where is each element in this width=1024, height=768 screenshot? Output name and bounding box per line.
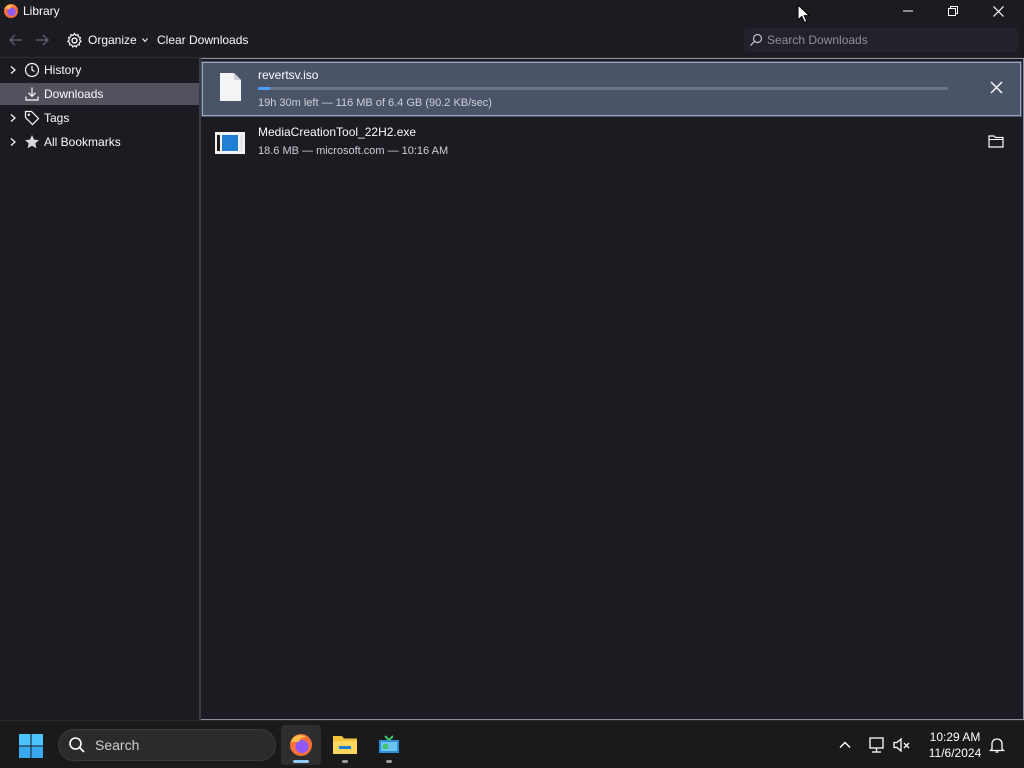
downloads-list[interactable]: revertsv.iso 19h 30m left — 116 MB of 6.…	[201, 58, 1024, 720]
taskbar-app-firefox[interactable]	[281, 725, 321, 765]
sidebar-item-label: History	[44, 63, 82, 77]
generic-file-icon	[220, 73, 241, 101]
taskbar: Search 10:29 AM 11/6/2024	[0, 720, 1024, 768]
media-creation-tool-icon	[379, 735, 399, 753]
taskbar-search-box[interactable]: Search	[58, 729, 276, 761]
minimize-button[interactable]	[885, 0, 930, 22]
taskbar-app-media-creation-tool[interactable]	[369, 725, 409, 765]
download-progress-bar	[258, 87, 948, 90]
windows-start-icon[interactable]	[18, 733, 44, 759]
taskbar-search-label: Search	[95, 737, 140, 753]
running-indicator	[342, 760, 348, 763]
chevron-right-icon[interactable]	[8, 113, 18, 123]
notification-bell-icon[interactable]	[987, 735, 1007, 755]
maximize-button[interactable]	[930, 0, 975, 22]
sidebar: History Downloads Tags All Bookmarks	[0, 58, 199, 720]
download-item[interactable]: revertsv.iso 19h 30m left — 116 MB of 6.…	[201, 61, 1022, 117]
taskbar-clock[interactable]: 10:29 AM 11/6/2024	[918, 729, 992, 761]
running-indicator	[386, 760, 392, 763]
chevron-right-icon[interactable]	[8, 137, 18, 147]
mouse-cursor-icon	[797, 4, 811, 24]
sidebar-item-all-bookmarks[interactable]: All Bookmarks	[0, 131, 199, 153]
download-filename: revertsv.iso	[258, 68, 319, 82]
toolbar: Organize Clear Downloads	[0, 22, 1024, 58]
firefox-icon	[290, 734, 312, 756]
windows-installer-icon	[215, 132, 245, 154]
minimize-icon	[902, 10, 913, 12]
forward-arrow-icon[interactable]	[32, 31, 52, 49]
cancel-x-icon	[990, 81, 1002, 93]
star-icon	[25, 135, 39, 149]
search-icon	[750, 33, 763, 46]
firefox-icon	[4, 4, 18, 18]
chevron-up-icon[interactable]	[836, 736, 854, 754]
running-indicator	[293, 760, 309, 763]
sidebar-item-label: Tags	[44, 111, 70, 125]
cancel-download-button[interactable]	[986, 77, 1006, 97]
network-icon[interactable]	[867, 735, 887, 755]
search-icon	[69, 737, 85, 753]
restore-icon	[947, 6, 958, 16]
organize-label: Organize	[88, 33, 137, 47]
window-title: Library	[23, 4, 60, 18]
close-icon	[993, 5, 1004, 17]
file-explorer-icon	[333, 736, 357, 754]
show-in-folder-button[interactable]	[986, 131, 1006, 151]
sidebar-item-history[interactable]: History	[0, 59, 199, 81]
close-button[interactable]	[976, 0, 1021, 22]
chevron-right-icon[interactable]	[8, 65, 18, 75]
gear-icon	[67, 31, 82, 48]
download-progress-fill	[258, 87, 271, 90]
download-status: 19h 30m left — 116 MB of 6.4 GB (90.2 KB…	[258, 97, 492, 109]
download-item[interactable]: MediaCreationTool_22H2.exe 18.6 MB — mic…	[201, 119, 1022, 175]
search-downloads-box[interactable]	[744, 28, 1018, 52]
organize-button[interactable]: Organize	[66, 30, 148, 50]
download-icon	[25, 87, 39, 101]
taskbar-app-file-explorer[interactable]	[325, 725, 365, 765]
clear-downloads-button[interactable]: Clear Downloads	[157, 33, 248, 47]
sidebar-item-label: All Bookmarks	[44, 135, 121, 149]
sidebar-item-label: Downloads	[44, 87, 104, 101]
clock-date: 11/6/2024	[928, 746, 982, 760]
chevron-down-icon	[141, 38, 148, 43]
folder-icon	[988, 135, 1004, 148]
search-input[interactable]	[767, 33, 1007, 47]
sidebar-item-downloads[interactable]: Downloads	[0, 83, 199, 105]
title-bar: Library	[0, 0, 1024, 22]
download-status: 18.6 MB — microsoft.com — 10:16 AM	[258, 145, 449, 157]
clock-icon	[24, 62, 40, 78]
back-arrow-icon[interactable]	[6, 31, 26, 49]
sidebar-item-tags[interactable]: Tags	[0, 107, 199, 129]
download-filename: MediaCreationTool_22H2.exe	[258, 125, 417, 139]
volume-muted-icon[interactable]	[892, 735, 912, 755]
clock-time: 10:29 AM	[929, 730, 981, 744]
tag-icon	[24, 110, 40, 126]
